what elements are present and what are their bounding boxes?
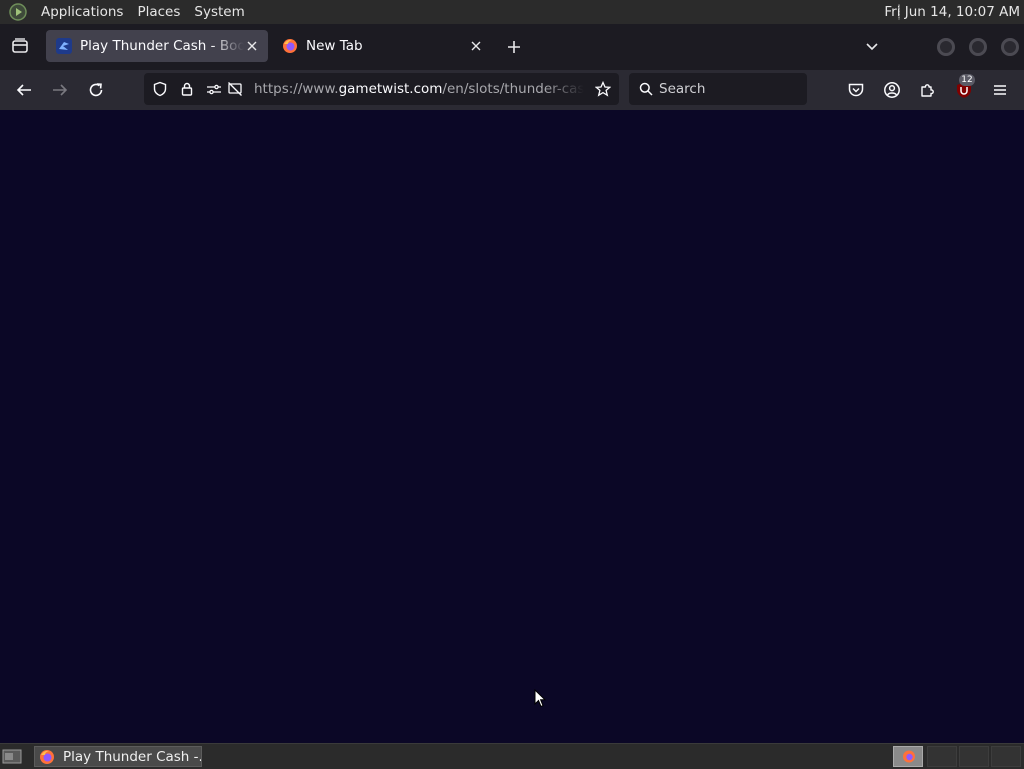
forward-arrow-icon[interactable]	[51, 81, 69, 99]
show-desktop-icon[interactable]	[2, 748, 22, 765]
tracking-protection-shield-icon[interactable]	[152, 81, 168, 97]
url-text[interactable]: https://www.gametwist.com/en/slots/thund…	[254, 73, 584, 105]
autoplay-blocked-icon[interactable]	[227, 81, 243, 97]
taskbar-window-button[interactable]: Play Thunder Cash -...	[34, 746, 202, 767]
bottom-taskbar: Play Thunder Cash -...	[0, 743, 1024, 769]
maximize-window-button[interactable]	[969, 38, 987, 56]
account-icon[interactable]	[883, 81, 901, 99]
workspace-1[interactable]	[893, 746, 923, 767]
workspace-3[interactable]	[959, 746, 989, 767]
new-tab-plus-icon[interactable]	[506, 39, 522, 55]
list-all-tabs-chevron-down-icon[interactable]	[864, 38, 880, 54]
minimize-window-button[interactable]	[937, 38, 955, 56]
bookmark-star-icon[interactable]	[595, 81, 611, 97]
tab-strip: Play Thunder Cash - Book of Ra New Tab	[0, 24, 1024, 70]
lock-icon[interactable]	[179, 81, 195, 97]
close-tab-icon[interactable]	[468, 38, 484, 54]
pocket-icon[interactable]	[847, 81, 865, 99]
url-prefix: https://www.	[254, 81, 339, 97]
close-window-button[interactable]	[1001, 38, 1019, 56]
tab-play-thunder-cash[interactable]: Play Thunder Cash - Book of Ra	[46, 30, 268, 62]
system-top-panel: Applications Places System Fri Jun 14, 1…	[0, 0, 1024, 24]
permissions-icon[interactable]	[206, 81, 222, 97]
firefox-icon	[282, 38, 298, 54]
applications-menu[interactable]: Applications	[34, 4, 130, 20]
back-arrow-icon[interactable]	[15, 81, 33, 99]
extensions-puzzle-icon[interactable]	[919, 81, 937, 99]
workspace-2[interactable]	[927, 746, 957, 767]
firefox-view-icon[interactable]	[10, 36, 30, 56]
distro-logo-icon[interactable]	[8, 2, 28, 22]
extension-badge-count: 12	[959, 74, 975, 86]
navigation-toolbar: https://www.gametwist.com/en/slots/thund…	[0, 70, 1024, 111]
close-tab-icon[interactable]	[244, 38, 260, 54]
url-host: gametwist.com	[338, 81, 443, 97]
places-menu[interactable]: Places	[130, 4, 187, 20]
system-menu[interactable]: System	[187, 4, 251, 20]
tab-new-tab[interactable]: New Tab	[272, 30, 492, 62]
search-bar[interactable]: Search	[629, 73, 807, 105]
hamburger-menu-icon[interactable]	[991, 81, 1009, 99]
tab-title: Play Thunder Cash - Book of Ra	[80, 38, 244, 54]
search-placeholder: Search	[659, 81, 706, 97]
search-icon	[639, 82, 653, 96]
firefox-icon	[39, 749, 55, 765]
page-content-area[interactable]	[0, 110, 1024, 743]
url-bar[interactable]: https://www.gametwist.com/en/slots/thund…	[144, 73, 619, 105]
tab-title: New Tab	[306, 38, 363, 54]
taskbar-window-label: Play Thunder Cash -...	[63, 748, 201, 765]
url-path: /en/slots/thunder-cash-book-of-ra/	[442, 81, 584, 97]
gametwist-icon	[56, 38, 72, 54]
reload-icon[interactable]	[87, 81, 105, 99]
clock[interactable]: Fri Jun 14, 10:07 AM	[884, 0, 1020, 24]
mouse-cursor-icon	[534, 689, 546, 708]
workspace-4[interactable]	[991, 746, 1021, 767]
